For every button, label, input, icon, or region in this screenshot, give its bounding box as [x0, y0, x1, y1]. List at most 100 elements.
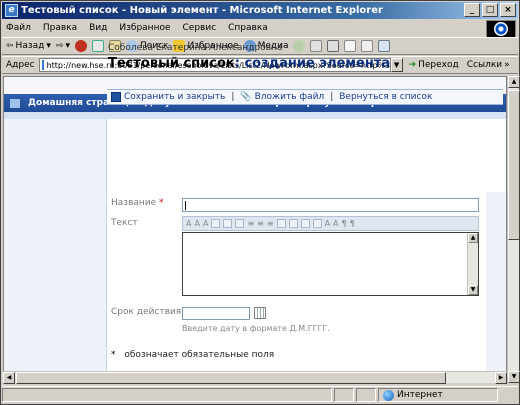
menu-help[interactable]: Справка — [228, 23, 268, 33]
underline-icon[interactable] — [235, 219, 245, 228]
edit-icon[interactable] — [344, 40, 357, 52]
menu-edit[interactable]: Правка — [43, 23, 77, 33]
required-note-text: обозначает обязательные поля — [124, 350, 275, 360]
menu-file[interactable]: Файл — [6, 23, 31, 33]
scroll-right-arrow-icon[interactable]: ▶ — [495, 372, 507, 384]
forward-button[interactable]: ⇨ ▾ — [56, 41, 70, 51]
scroll-left-arrow-icon[interactable]: ◀ — [3, 372, 15, 384]
date-format-hint: Введите дату в формате Д.М.ГГГГ. — [182, 324, 330, 333]
chevron-right-icon: » — [504, 60, 510, 70]
title-bar: e Тестовый список - Новый элемент - Micr… — [2, 2, 518, 19]
menu-favorites[interactable]: Избранное — [119, 23, 170, 33]
window-controls: _ □ × — [464, 3, 516, 17]
history-icon[interactable] — [293, 40, 306, 52]
security-zone: Интернет — [378, 388, 498, 402]
title-label-text: Название — [111, 198, 157, 208]
right-panel — [486, 192, 506, 382]
status-lock — [356, 388, 376, 402]
required-note-mark: * — [111, 350, 116, 360]
scroll-down-arrow-icon[interactable]: ▼ — [508, 371, 520, 383]
bold-icon[interactable] — [211, 219, 221, 228]
refresh-icon[interactable] — [91, 40, 104, 52]
rte-button[interactable]: ≡ — [247, 219, 254, 228]
text-area-scrollbar[interactable]: ▲ ▼ — [467, 233, 478, 295]
scroll-up-arrow-icon[interactable]: ▲ — [468, 233, 478, 243]
windows-logo — [486, 20, 516, 38]
required-note: * обозначает обязательные поля — [111, 350, 274, 360]
paperclip-icon: 📎 — [240, 92, 252, 102]
rte-button[interactable]: ¶ — [350, 219, 355, 228]
menu-tools[interactable]: Сервис — [183, 23, 217, 33]
rte-button[interactable]: A — [203, 219, 208, 228]
status-bar: Интернет — [2, 386, 518, 403]
separator: | — [330, 92, 334, 102]
scroll-down-arrow-icon[interactable]: ▼ — [468, 285, 478, 295]
close-button[interactable]: × — [500, 3, 516, 17]
number-list-icon[interactable] — [288, 219, 298, 228]
dropdown-arrow-icon: ▾ — [65, 41, 70, 51]
back-button[interactable]: ⇦ Назад ▾ — [6, 41, 51, 51]
discuss-icon[interactable] — [361, 40, 374, 52]
vertical-scrollbar[interactable]: ▲ ▼ — [507, 76, 520, 383]
scroll-thumb[interactable] — [508, 90, 520, 240]
browser-window: e Тестовый список - Новый элемент - Micr… — [0, 0, 520, 405]
address-dropdown[interactable]: ▼ — [390, 58, 403, 72]
go-button[interactable]: ➜ Переход — [409, 60, 459, 70]
rte-button[interactable]: A — [194, 219, 199, 228]
go-arrow-icon: ➜ — [408, 60, 417, 70]
minimize-button[interactable]: _ — [464, 3, 480, 17]
go-label: Переход — [418, 60, 459, 70]
zone-label: Интернет — [397, 390, 443, 400]
rte-button[interactable]: A — [325, 219, 330, 228]
back-label: Назад — [15, 41, 45, 51]
forward-arrow-icon: ⇨ — [55, 41, 64, 51]
links-button[interactable]: Ссылки » — [467, 60, 510, 70]
window-title: Тестовый список - Новый элемент - Micros… — [21, 5, 383, 16]
hscroll-thumb[interactable] — [16, 372, 446, 384]
action-bar: Сохранить и закрыть | 📎 Вложить файл | В… — [107, 89, 503, 105]
messenger-icon[interactable] — [378, 40, 391, 52]
status-text — [2, 388, 332, 402]
save-close-link[interactable]: Сохранить и закрыть — [124, 92, 225, 102]
outdent-icon[interactable] — [312, 219, 322, 228]
page-title: Тестовый список: создание элемента — [108, 56, 390, 71]
rte-button[interactable]: ≡ — [257, 219, 264, 228]
rte-button[interactable]: A — [186, 219, 191, 228]
left-nav-panel — [4, 119, 107, 382]
menu-bar: Файл Правка Вид Избранное Сервис Справка — [2, 20, 518, 38]
save-icon — [111, 92, 121, 102]
date-input[interactable] — [182, 307, 250, 320]
page-icon — [41, 60, 44, 70]
text-field-label: Текст — [111, 218, 138, 228]
title-field-label: Название * — [111, 198, 164, 208]
due-date-label: Срок действия — [111, 307, 182, 317]
bullet-list-icon[interactable] — [276, 219, 286, 228]
title-input[interactable] — [182, 198, 479, 212]
address-label: Адрес — [6, 60, 35, 70]
page-title-list: Тестовый список — [108, 56, 235, 71]
italic-icon[interactable] — [223, 219, 233, 228]
back-to-list-link[interactable]: Вернуться в список — [339, 92, 432, 102]
maximize-button[interactable]: □ — [482, 3, 498, 17]
text-area[interactable]: ▲ ▼ — [182, 232, 479, 296]
user-name: Соболева Екатерина Александровна — [108, 43, 283, 53]
globe-icon — [383, 389, 394, 401]
back-arrow-icon: ⇦ — [6, 41, 14, 51]
print-icon[interactable] — [327, 40, 340, 52]
rte-button[interactable]: A — [333, 219, 338, 228]
status-progress — [334, 388, 354, 402]
mail-icon[interactable] — [310, 40, 323, 52]
scroll-up-arrow-icon[interactable]: ▲ — [508, 76, 520, 88]
required-mark: * — [159, 198, 164, 208]
dropdown-arrow-icon: ▾ — [46, 41, 51, 51]
indent-icon[interactable] — [300, 219, 310, 228]
rte-button[interactable]: ≡ — [267, 219, 274, 228]
menu-view[interactable]: Вид — [89, 23, 107, 33]
attach-file-link[interactable]: Вложить файл — [255, 92, 325, 102]
stop-icon[interactable] — [74, 40, 87, 52]
rte-button[interactable]: ¶ — [342, 219, 347, 228]
ie-icon: e — [5, 4, 18, 17]
site-home-icon — [10, 98, 20, 108]
horizontal-scrollbar[interactable]: ◀ ▶ — [3, 371, 507, 384]
calendar-icon[interactable] — [254, 307, 266, 319]
